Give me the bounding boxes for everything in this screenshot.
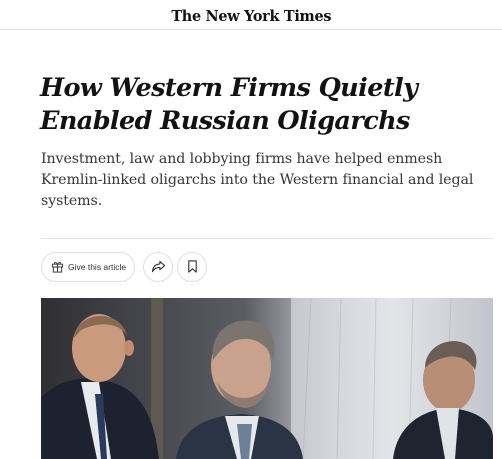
share-arrow-icon xyxy=(151,258,166,277)
divider xyxy=(41,238,493,239)
save-button[interactable] xyxy=(177,252,207,282)
share-button[interactable] xyxy=(143,252,173,282)
masthead: The New York Times xyxy=(0,0,502,30)
gift-button-label: Give this article xyxy=(68,262,127,272)
article-summary: Investment, law and lobbying firms have … xyxy=(41,151,474,209)
bookmark-icon xyxy=(187,258,198,277)
gift-article-button[interactable]: Give this article xyxy=(41,252,135,282)
lead-photo-illustration xyxy=(41,298,493,459)
article-headline: How Western Firms Quietly Enabled Russia… xyxy=(40,73,418,136)
article-lead-photo xyxy=(41,298,493,459)
gift-icon xyxy=(51,258,64,277)
nyt-logo[interactable]: The New York Times xyxy=(171,7,331,25)
